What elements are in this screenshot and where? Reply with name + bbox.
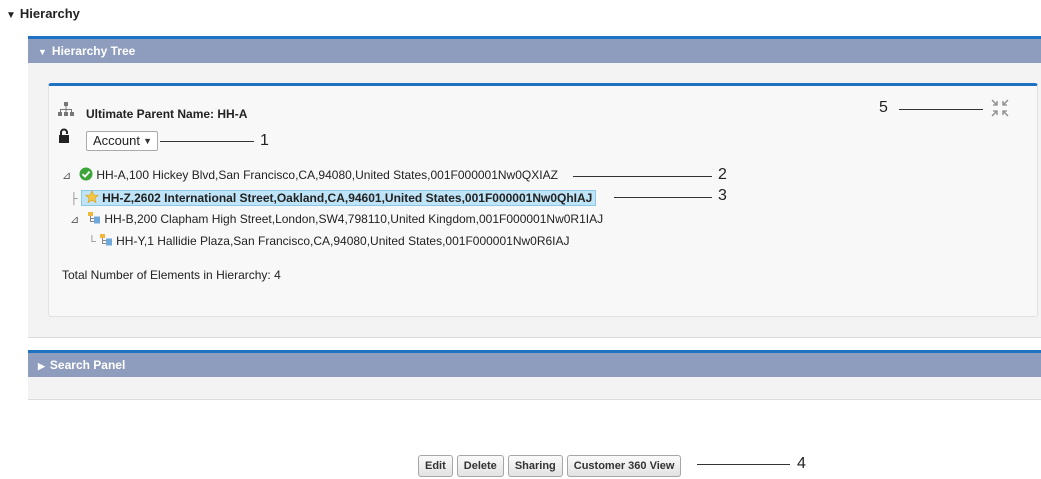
- sharing-button[interactable]: Sharing: [507, 455, 563, 477]
- tree-node-selected[interactable]: HH-Z,2602 International Street,Oakland,C…: [81, 190, 597, 206]
- callout-number-2: 2: [718, 166, 727, 183]
- object-type-select[interactable]: Account ▼: [86, 131, 158, 151]
- total-elements-label: Total Number of Elements in Hierarchy: 4: [62, 268, 281, 282]
- chevron-down-icon: ▼: [143, 136, 152, 146]
- tree-expand-icon[interactable]: ⊿: [62, 168, 76, 184]
- callout-number-4: 4: [797, 455, 806, 472]
- hierarchy-tree-header[interactable]: ▼ Hierarchy Tree: [28, 36, 1041, 63]
- search-panel-header[interactable]: ▶ Search Panel: [28, 350, 1041, 377]
- tree-node-hh-b[interactable]: ⊿ HH-B,200 Clapham High Street,London,SW…: [70, 211, 603, 227]
- star-icon: [85, 190, 100, 204]
- customer-360-view-button[interactable]: Customer 360 View: [566, 455, 682, 477]
- tree-connector: └: [88, 236, 96, 248]
- expand-triangle-icon: ▶: [38, 361, 45, 371]
- callout-line-3: [614, 197, 712, 198]
- tree-expand-icon[interactable]: ⊿: [70, 212, 84, 228]
- collapse-triangle-icon[interactable]: ▼: [6, 10, 16, 21]
- hierarchy-node-icon: [100, 234, 113, 246]
- callout-number-5: 5: [879, 99, 888, 116]
- tree-connector: ├: [70, 193, 78, 205]
- collapse-all-icon[interactable]: [988, 96, 1012, 120]
- hierarchy-node-icon: [88, 212, 101, 224]
- callout-line-5: [899, 109, 983, 110]
- callout-line-1: [160, 141, 254, 142]
- callout-line-2: [573, 176, 712, 177]
- callout-number-3: 3: [718, 187, 727, 204]
- tree-node-hh-a[interactable]: ⊿ HH-A,100 Hickey Blvd,San Francisco,CA,…: [62, 167, 558, 183]
- check-circle-icon: [79, 167, 93, 181]
- collapse-triangle-icon: ▼: [38, 47, 47, 57]
- edit-button[interactable]: Edit: [418, 455, 453, 477]
- org-chart-icon: [58, 102, 74, 116]
- hierarchy-heading[interactable]: ▼ Hierarchy: [6, 6, 80, 21]
- callout-number-1: 1: [260, 132, 269, 149]
- search-panel-section: ▶ Search Panel: [28, 350, 1041, 400]
- ultimate-parent-name: Ultimate Parent Name: HH-A: [86, 107, 248, 121]
- action-buttons: Edit Delete Sharing Customer 360 View: [418, 455, 682, 477]
- tree-node-hh-y[interactable]: └ HH-Y,1 Hallidie Plaza,San Francisco,CA…: [88, 233, 570, 249]
- callout-line-4: [697, 464, 790, 465]
- tree-node-hh-z[interactable]: ├ HH-Z,2602 International Street,Oakland…: [70, 190, 597, 206]
- lock-icon[interactable]: [58, 128, 70, 144]
- delete-button[interactable]: Delete: [456, 455, 504, 477]
